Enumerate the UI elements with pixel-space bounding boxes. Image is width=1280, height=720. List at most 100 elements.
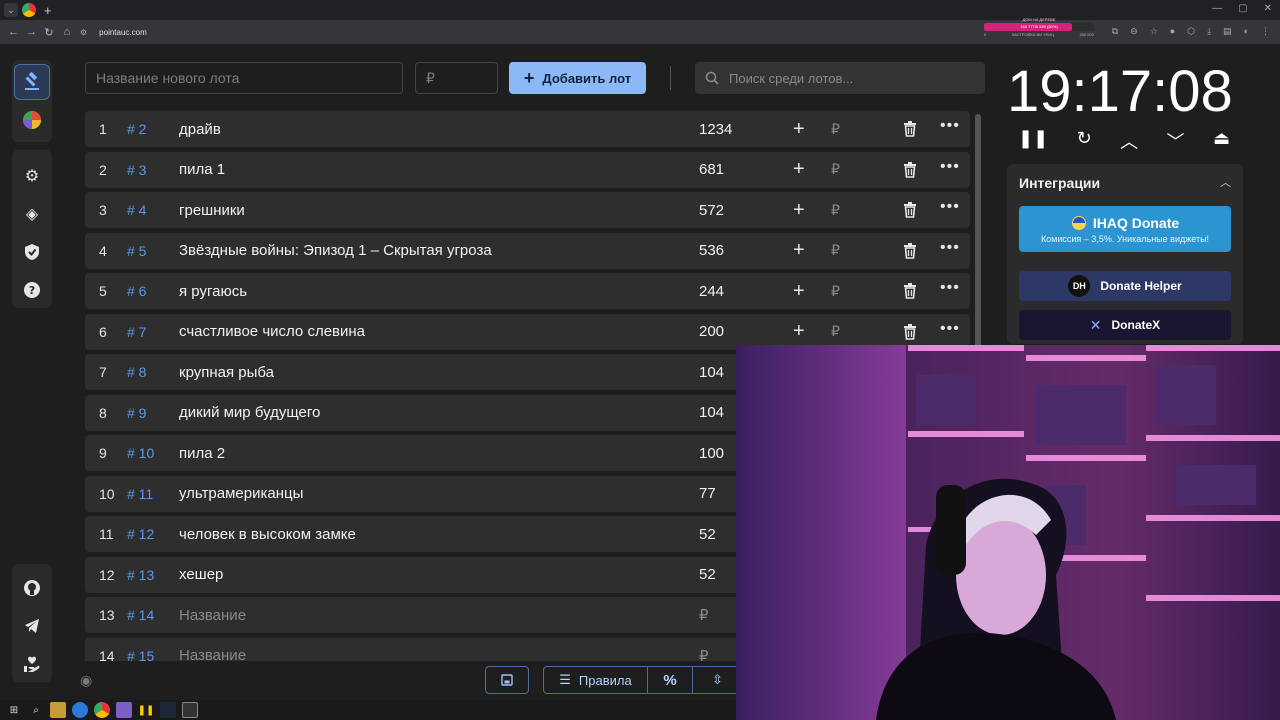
add-amount-button[interactable]: +	[793, 239, 805, 262]
lot-id[interactable]: # 3	[127, 162, 146, 178]
lot-name[interactable]: Звёздные войны: Эпизод 1 – Скрытая угроз…	[179, 242, 492, 259]
eye-icon[interactable]: ◉	[80, 672, 92, 689]
bookmark-star-icon[interactable]: ☆	[1150, 26, 1158, 37]
lot-name[interactable]: я ругаюсь	[179, 283, 247, 300]
chevron-down-icon[interactable]: ﹀	[1167, 128, 1185, 156]
menu-icon[interactable]: ⋮	[1261, 26, 1270, 37]
sidebar-item-wheel[interactable]	[14, 102, 50, 138]
lot-id[interactable]: # 4	[127, 202, 146, 218]
lot-name[interactable]: пила 2	[179, 445, 225, 462]
obs-bars-icon[interactable]: ❚❚	[138, 702, 155, 718]
lot-id[interactable]: # 12	[127, 526, 154, 542]
sidebar-item-settings[interactable]: ⚙	[14, 158, 50, 194]
rules-button[interactable]: ☰ Правила	[544, 667, 648, 693]
zoom-icon[interactable]: ⊖	[1130, 26, 1138, 37]
lot-amount[interactable]: ₽	[699, 606, 709, 624]
add-lot-button[interactable]: + Добавить лот	[509, 62, 646, 94]
sidepanel-icon[interactable]: ▤	[1223, 26, 1232, 37]
file-explorer-icon[interactable]	[50, 702, 66, 718]
add-amount-button[interactable]: +	[793, 118, 805, 141]
maximize-icon[interactable]: ▢	[1238, 3, 1247, 14]
new-lot-name-input[interactable]: Название нового лота	[85, 62, 403, 94]
compact-view-button[interactable]: ⇳	[693, 667, 742, 693]
lot-id[interactable]: # 13	[127, 567, 154, 583]
lot-amount[interactable]: 100	[699, 445, 724, 462]
search-taskbar-icon[interactable]: ⌕	[28, 702, 44, 718]
lot-name[interactable]: счастливое число слевина	[179, 323, 365, 340]
lot-name[interactable]: пила 1	[179, 161, 225, 178]
lot-id[interactable]: # 15	[127, 648, 154, 662]
trash-icon[interactable]	[903, 323, 917, 340]
reload-icon[interactable]: ↻	[44, 26, 54, 39]
lot-id[interactable]: # 9	[127, 405, 146, 421]
telegram-taskbar-icon[interactable]	[72, 702, 88, 718]
collapse-chevron-icon[interactable]: ︿	[1220, 174, 1231, 190]
donatex-card[interactable]: ✕ DonateX	[1019, 310, 1231, 340]
add-amount-button[interactable]: +	[793, 320, 805, 343]
add-amount-button[interactable]: +	[793, 280, 805, 303]
lot-id[interactable]: # 11	[127, 486, 153, 502]
pause-icon[interactable]: ❚❚	[1018, 128, 1048, 156]
lot-amount[interactable]: 536	[699, 242, 724, 259]
amount-input[interactable]: ₽	[831, 323, 840, 340]
lot-id[interactable]: # 2	[127, 121, 146, 137]
extensions-icon[interactable]: ⬡	[1187, 26, 1195, 37]
tab-list-button[interactable]: ⌄	[4, 3, 18, 17]
chevron-up-icon[interactable]: ︿	[1120, 128, 1138, 156]
more-options-icon[interactable]: •••	[940, 320, 960, 338]
percent-button[interactable]: %	[648, 667, 693, 693]
trash-icon[interactable]	[903, 202, 917, 218]
lot-name[interactable]: Название	[179, 647, 246, 661]
lot-amount[interactable]: 77	[699, 485, 716, 502]
trash-icon[interactable]	[903, 283, 917, 299]
lot-amount[interactable]: 244	[699, 283, 724, 300]
sidebar-item-telegram[interactable]	[14, 608, 50, 644]
sidebar-item-auction[interactable]	[14, 64, 50, 100]
more-options-icon[interactable]: •••	[940, 158, 960, 176]
lot-amount[interactable]: 104	[699, 364, 724, 381]
lot-name[interactable]: Название	[179, 607, 246, 624]
back-icon[interactable]: ←	[8, 26, 19, 38]
add-amount-button[interactable]: +	[793, 158, 805, 181]
lot-name[interactable]: ультрамериканцы	[179, 485, 303, 502]
more-options-icon[interactable]: •••	[940, 279, 960, 297]
sidebar-item-moderation[interactable]	[14, 234, 50, 270]
reset-icon[interactable]: ↻	[1077, 128, 1092, 156]
search-input[interactable]: Поиск среди лотов...	[695, 62, 985, 94]
donate-helper-card[interactable]: DH Donate Helper	[1019, 271, 1231, 301]
save-button[interactable]	[485, 666, 529, 694]
lot-amount[interactable]: 200	[699, 323, 724, 340]
home-icon[interactable]: ⌂	[62, 26, 72, 38]
download-icon[interactable]: ⤓	[1207, 26, 1211, 37]
lot-amount[interactable]: ₽	[699, 647, 709, 662]
site-info-icon[interactable]: ⚙	[80, 28, 87, 37]
minimize-icon[interactable]: —	[1212, 3, 1222, 14]
app-taskbar-icon[interactable]	[116, 702, 132, 718]
profile-avatar[interactable]: ◐	[1244, 26, 1249, 37]
lot-amount[interactable]: 104	[699, 404, 724, 421]
lot-name[interactable]: грешники	[179, 202, 245, 219]
lot-name[interactable]: человек в высоком замке	[179, 526, 356, 543]
ihaq-donate-card[interactable]: IHAQ Donate Комиссия – 3,5%. Уникальные …	[1019, 206, 1231, 252]
amount-input[interactable]: ₽	[831, 202, 840, 219]
lot-id[interactable]: # 14	[127, 607, 154, 623]
more-options-icon[interactable]: •••	[940, 117, 960, 135]
new-lot-price-input[interactable]: ₽	[415, 62, 498, 94]
new-tab-button[interactable]: +	[44, 3, 52, 18]
amount-input[interactable]: ₽	[831, 121, 840, 138]
lot-id[interactable]: # 6	[127, 283, 146, 299]
chrome-taskbar-icon[interactable]	[94, 702, 110, 718]
amount-input[interactable]: ₽	[831, 242, 840, 259]
trash-icon[interactable]	[903, 121, 917, 137]
extension-icon[interactable]: ●	[1170, 26, 1175, 37]
steam-taskbar-icon[interactable]	[160, 702, 176, 718]
trash-icon[interactable]	[903, 161, 917, 178]
lot-amount[interactable]: 681	[699, 161, 724, 178]
lot-amount[interactable]: 572	[699, 202, 724, 219]
amount-input[interactable]: ₽	[831, 283, 840, 300]
windows-start-icon[interactable]: ⊞	[6, 702, 22, 718]
lot-id[interactable]: # 5	[127, 243, 146, 259]
lot-name[interactable]: драйв	[179, 121, 221, 138]
lot-id[interactable]: # 10	[127, 445, 154, 461]
sidebar-item-donate[interactable]	[14, 646, 50, 682]
